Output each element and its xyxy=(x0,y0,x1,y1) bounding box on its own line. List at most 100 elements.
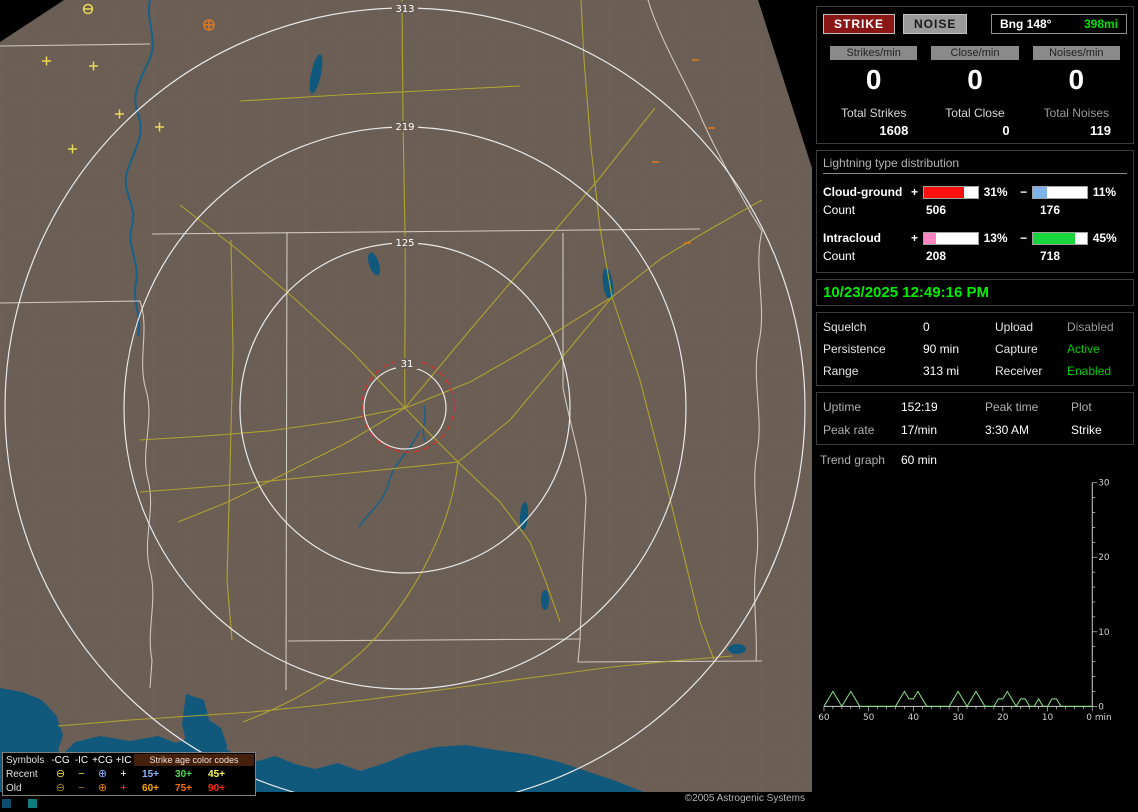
cloud-ground-count-row: Count 506 176 xyxy=(823,203,1127,219)
bearing-display: Bng 148° 398mi xyxy=(991,14,1127,34)
close-per-min-label: Close/min xyxy=(931,46,1019,60)
svg-text:50: 50 xyxy=(863,713,875,723)
distribution-section: Lightning type distribution Cloud-ground… xyxy=(816,150,1134,273)
pos-cg-old-icon: ⊕ xyxy=(97,781,108,794)
cg-positive-bar xyxy=(923,185,979,199)
svg-text:30: 30 xyxy=(1098,479,1110,489)
cg-negative-bar xyxy=(1032,185,1088,199)
legend-old-row: Old ⊖ − ⊕ + 60+ 75+ 90+ xyxy=(3,781,255,795)
minus-sign: − xyxy=(1020,185,1028,199)
mini-swatch-teal xyxy=(28,799,37,808)
pos-ic-recent-icon: + xyxy=(120,767,127,780)
total-strikes-value: 1608 xyxy=(879,123,909,138)
ic-negative-pct: 45% xyxy=(1092,231,1117,245)
total-noises-value: 119 xyxy=(1090,123,1111,138)
bearing-range-value: 398mi xyxy=(1083,17,1118,31)
legend-col-ncg: -CG xyxy=(51,754,70,766)
count-label: Count xyxy=(823,249,856,263)
total-noises-label: Total Noises xyxy=(1043,106,1109,120)
mini-swatch-blue xyxy=(2,799,11,808)
neg-ic-old-icon: − xyxy=(78,781,85,794)
squelch-label: Squelch xyxy=(823,320,867,334)
legend-col-pic: +IC xyxy=(115,754,132,766)
legend-recent-label: Recent xyxy=(6,768,38,780)
svg-text:40: 40 xyxy=(908,713,920,723)
strike-toggle-button[interactable]: STRIKE xyxy=(823,14,896,34)
ic-positive-bar xyxy=(923,231,979,245)
svg-text:20: 20 xyxy=(1098,553,1110,563)
cloud-ground-label: Cloud-ground xyxy=(823,185,903,199)
noise-toggle-button[interactable]: NOISE xyxy=(903,14,968,34)
mode-buttons-row: STRIKE NOISE Bng 148° 398mi xyxy=(823,14,1127,34)
strike-map[interactable]: 313 219 125 31 xyxy=(0,0,812,792)
peak-rate-label: Peak rate xyxy=(823,423,875,437)
age-60: 60+ xyxy=(142,782,159,794)
neg-cg-old-icon: ⊖ xyxy=(55,781,66,794)
ring-label-125: 125 xyxy=(395,238,414,249)
trend-graph-label: Trend graph xyxy=(820,453,885,467)
intracloud-count-row: Count 208 718 xyxy=(823,249,1127,265)
cg-positive-pct: 31% xyxy=(983,185,1008,199)
settings-section: Squelch 0 Upload Disabled Persistence 90… xyxy=(816,312,1134,386)
total-close-label: Total Close xyxy=(945,106,1005,120)
legend-col-pcg: +CG xyxy=(92,754,113,766)
plot-value: Strike xyxy=(1071,423,1102,437)
ic-positive-pct: 13% xyxy=(983,231,1008,245)
pos-cg-recent-icon: ⊕ xyxy=(97,767,108,780)
svg-text:30: 30 xyxy=(952,713,964,723)
datetime-section: 10/23/2025 12:49:16 PM xyxy=(816,279,1134,306)
intracloud-row: Intracloud + 13% − 45% xyxy=(823,229,1127,247)
peak-time-label: Peak time xyxy=(985,400,1039,414)
cg-negative-count: 176 xyxy=(1040,203,1061,217)
svg-text:10: 10 xyxy=(1042,713,1054,723)
range-label: Range xyxy=(823,364,859,378)
lightning-map-area: 313 219 125 31 Symbols -CG -IC +CG +IC S… xyxy=(0,0,812,812)
cg-positive-count: 506 xyxy=(926,203,947,217)
ic-negative-count: 718 xyxy=(1040,249,1061,263)
svg-text:0: 0 xyxy=(1098,702,1104,712)
svg-text:60: 60 xyxy=(818,713,830,723)
trend-graph: 60 50 40 30 20 10 0 min0 10 20 30 xyxy=(818,479,1111,724)
plus-sign: + xyxy=(910,231,918,245)
ring-label-313: 313 xyxy=(395,4,414,15)
noises-per-min-label: Noises/min xyxy=(1032,46,1120,60)
counter-noises-per-min: Noises/min 0 Total Noises 119 xyxy=(1026,46,1127,138)
peak-time-value: 3:30 AM xyxy=(985,423,1030,437)
total-close-value: 0 xyxy=(1002,123,1010,138)
counter-close-per-min: Close/min 0 Total Close 0 xyxy=(924,46,1025,138)
legend-symbols-header: Symbols xyxy=(6,754,45,766)
uptime-label: Uptime xyxy=(823,400,862,414)
counter-strikes-per-min: Strikes/min 0 Total Strikes 1608 xyxy=(823,46,924,138)
strikes-per-min-value: 0 xyxy=(865,64,882,95)
persistence-label: Persistence xyxy=(823,342,886,356)
county-grid xyxy=(0,0,812,792)
neg-ic-recent-icon: − xyxy=(78,767,85,780)
bearing-value: Bng 148° xyxy=(1000,17,1052,31)
intracloud-label: Intracloud xyxy=(823,231,882,245)
legend-col-nic: -IC xyxy=(74,754,89,766)
plot-label: Plot xyxy=(1071,400,1092,414)
ic-negative-bar xyxy=(1032,231,1088,245)
close-per-min-value: 0 xyxy=(967,64,983,95)
age-75: 75+ xyxy=(175,782,192,794)
trend-graph-window: 60 min xyxy=(900,453,937,467)
noises-per-min-value: 0 xyxy=(1068,64,1085,95)
count-label: Count xyxy=(823,203,856,217)
cloud-ground-row: Cloud-ground + 31% − 11% xyxy=(823,183,1127,201)
persistence-value: 90 min xyxy=(923,342,960,356)
copyright-text: ©2005 Astrogenic Systems xyxy=(684,793,805,804)
rate-counters: Strikes/min 0 Total Strikes 1608 Close/m… xyxy=(823,46,1127,138)
upload-status: Disabled xyxy=(1067,320,1114,334)
legend-old-label: Old xyxy=(6,782,22,794)
strikes-per-min-label: Strikes/min xyxy=(830,46,918,60)
ring-label-219: 219 xyxy=(395,122,414,133)
total-strikes-label: Total Strikes xyxy=(840,106,907,120)
datetime-display: 10/23/2025 12:49:16 PM xyxy=(823,284,989,301)
age-30: 30+ xyxy=(175,768,192,780)
uptime-value: 152:19 xyxy=(901,400,938,414)
svg-text:10: 10 xyxy=(1098,628,1110,638)
map-legend: Symbols -CG -IC +CG +IC Strike age color… xyxy=(2,752,256,796)
receiver-status: Enabled xyxy=(1067,364,1112,378)
pos-ic-old-icon: + xyxy=(120,781,127,794)
legend-recent-row: Recent ⊖ − ⊕ + 15+ 30+ 45+ xyxy=(3,767,255,781)
